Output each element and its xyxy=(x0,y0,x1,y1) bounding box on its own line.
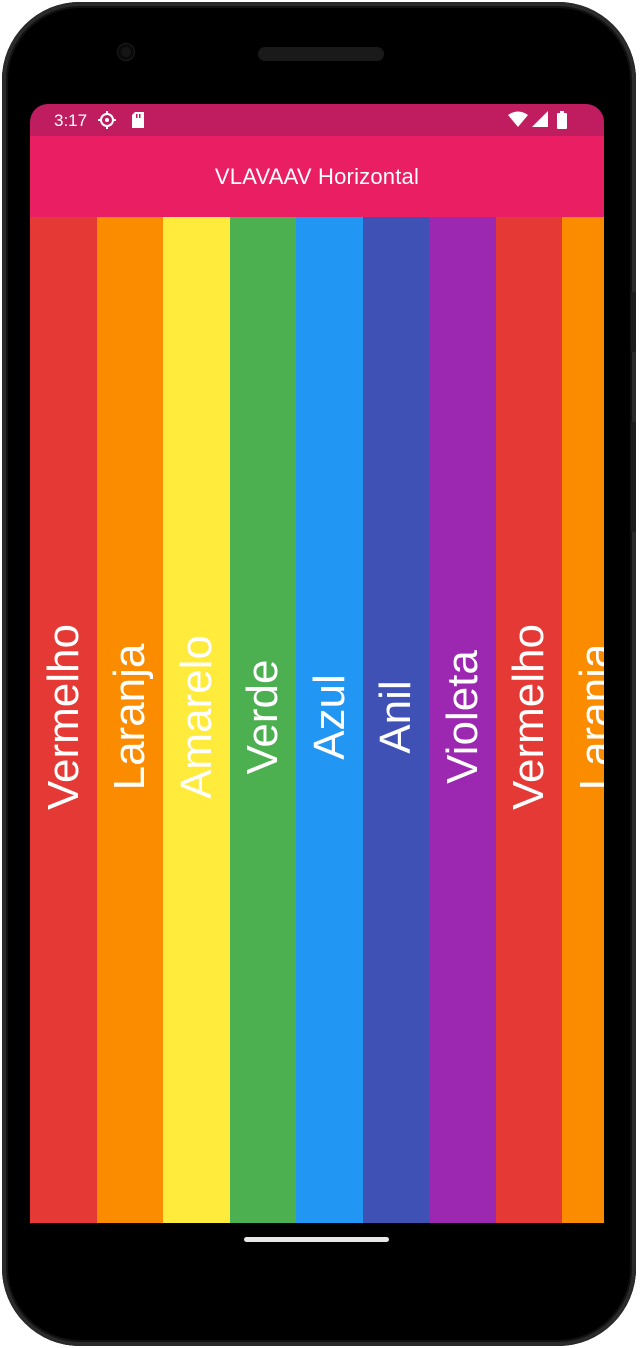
strip-label: Amarelo xyxy=(171,635,221,799)
color-strip-violeta[interactable]: Violeta xyxy=(429,217,496,1223)
color-strip-list[interactable]: Vermelho Laranja Amarelo Verde Azul Anil Viole… xyxy=(30,217,604,1223)
status-bar: 3:17 xyxy=(30,104,604,136)
volume-button xyxy=(631,422,636,532)
earpiece-speaker xyxy=(258,47,384,61)
color-strip-vermelho[interactable]: Vermelho xyxy=(495,217,563,1223)
strip-label: Verde xyxy=(238,659,287,775)
color-strip-azul[interactable]: Azul xyxy=(296,217,363,1223)
color-strip-amarelo[interactable]: Amarelo xyxy=(163,217,230,1223)
status-time: 3:17 xyxy=(54,111,88,130)
navigation-bar xyxy=(30,1223,604,1279)
app-bar: VLAVAAV Horizontal xyxy=(30,136,604,217)
color-strip-verde[interactable]: Verde xyxy=(229,217,297,1223)
color-strip-vermelho[interactable]: Vermelho xyxy=(30,217,97,1223)
color-strip-laranja[interactable]: Laranja xyxy=(562,217,604,1223)
home-gesture-handle[interactable] xyxy=(244,1237,389,1242)
settings-icon xyxy=(98,111,116,134)
app-title: VLAVAAV Horizontal xyxy=(214,163,420,189)
strip-label: Azul xyxy=(304,674,354,760)
strip-label: Anil xyxy=(371,680,420,754)
strip-label: Laranja xyxy=(105,643,154,791)
power-button xyxy=(631,292,636,352)
front-camera xyxy=(118,44,134,60)
signal-icon xyxy=(532,111,548,133)
strip-label: Vermelho xyxy=(504,624,553,810)
strip-label: Laranja xyxy=(570,643,605,791)
sd-card-icon xyxy=(131,111,145,134)
color-strip-anil[interactable]: Anil xyxy=(362,217,430,1223)
color-strip-laranja[interactable]: Laranja xyxy=(96,217,164,1223)
strip-label: Vermelho xyxy=(38,624,88,810)
wifi-icon xyxy=(508,111,528,133)
battery-icon xyxy=(557,111,567,134)
strip-label: Violeta xyxy=(437,650,487,784)
screen: 3:17 VLAVAAV Horizontal Vermelho Laranja… xyxy=(30,104,604,1223)
